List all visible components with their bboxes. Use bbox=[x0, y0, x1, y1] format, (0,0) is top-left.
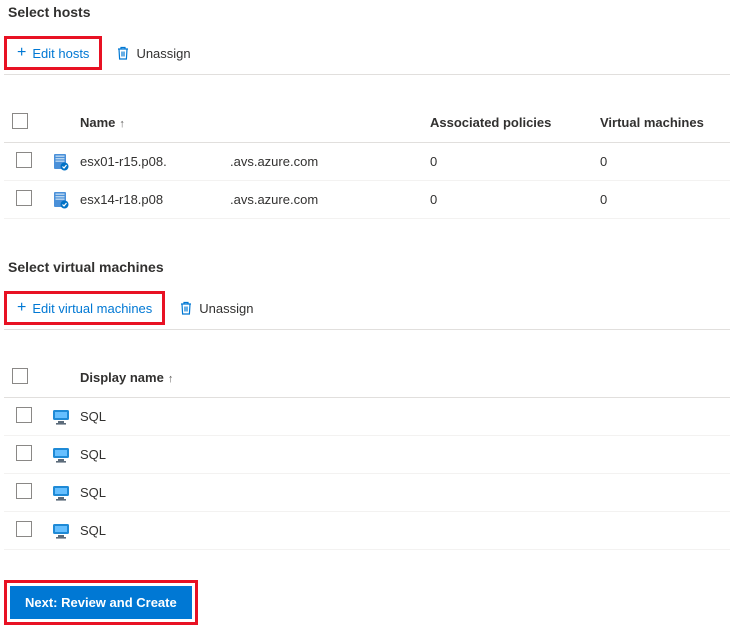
edit-hosts-button[interactable]: + Edit hosts bbox=[7, 39, 99, 67]
select-hosts-heading: Select hosts bbox=[4, 4, 730, 20]
monitor-icon bbox=[52, 446, 70, 464]
unassign-hosts-button[interactable]: Unassign bbox=[106, 39, 200, 67]
hosts-col-name[interactable]: Name↑ bbox=[72, 103, 222, 143]
unassign-vms-button[interactable]: Unassign bbox=[169, 294, 263, 322]
vm-display-name: SQL bbox=[72, 512, 730, 550]
vms-table: Display name↑ SQL bbox=[4, 358, 730, 550]
edit-vms-label: Edit virtual machines bbox=[32, 301, 152, 316]
host-vms: 0 bbox=[592, 143, 730, 181]
highlight-edit-vms: + Edit virtual machines bbox=[4, 291, 165, 325]
host-vms: 0 bbox=[592, 181, 730, 219]
row-checkbox[interactable] bbox=[16, 190, 32, 206]
row-checkbox[interactable] bbox=[16, 407, 32, 423]
highlight-edit-hosts: + Edit hosts bbox=[4, 36, 102, 70]
hosts-table: Name↑ Associated policies Virtual machin… bbox=[4, 103, 730, 219]
host-policies: 0 bbox=[422, 143, 592, 181]
table-row: SQL bbox=[4, 512, 730, 550]
table-row: SQL bbox=[4, 474, 730, 512]
edit-hosts-label: Edit hosts bbox=[32, 46, 89, 61]
hosts-col-policies[interactable]: Associated policies bbox=[422, 103, 592, 143]
table-row: esx01-r15.p08. .avs.azure.com 0 0 bbox=[4, 143, 730, 181]
footer-bar: Next: Review and Create bbox=[4, 580, 730, 625]
monitor-icon bbox=[52, 484, 70, 502]
server-icon bbox=[52, 191, 70, 209]
host-domain: .avs.azure.com bbox=[222, 181, 422, 219]
plus-icon: + bbox=[17, 300, 26, 316]
table-row: SQL bbox=[4, 436, 730, 474]
unassign-hosts-label: Unassign bbox=[136, 46, 190, 61]
vm-display-name: SQL bbox=[72, 436, 730, 474]
table-row: esx14-r18.p08 .avs.azure.com 0 0 bbox=[4, 181, 730, 219]
row-checkbox[interactable] bbox=[16, 152, 32, 168]
trash-icon bbox=[179, 300, 193, 316]
vm-display-name: SQL bbox=[72, 474, 730, 512]
trash-icon bbox=[116, 45, 130, 61]
host-policies: 0 bbox=[422, 181, 592, 219]
hosts-col-vms[interactable]: Virtual machines bbox=[592, 103, 730, 143]
select-vms-heading: Select virtual machines bbox=[4, 259, 730, 275]
host-name: esx14-r18.p08 bbox=[72, 181, 222, 219]
unassign-vms-label: Unassign bbox=[199, 301, 253, 316]
vms-col-display-name[interactable]: Display name↑ bbox=[72, 358, 730, 398]
vms-select-all-checkbox[interactable] bbox=[12, 368, 28, 384]
vms-toolbar: + Edit virtual machines Unassign bbox=[4, 291, 730, 330]
next-review-create-button[interactable]: Next: Review and Create bbox=[10, 586, 192, 619]
hosts-toolbar: + Edit hosts Unassign bbox=[4, 36, 730, 75]
host-name: esx01-r15.p08. bbox=[72, 143, 222, 181]
hosts-select-all-checkbox[interactable] bbox=[12, 113, 28, 129]
row-checkbox[interactable] bbox=[16, 445, 32, 461]
row-checkbox[interactable] bbox=[16, 483, 32, 499]
highlight-next-button: Next: Review and Create bbox=[4, 580, 198, 625]
row-checkbox[interactable] bbox=[16, 521, 32, 537]
edit-vms-button[interactable]: + Edit virtual machines bbox=[7, 294, 162, 322]
host-domain: .avs.azure.com bbox=[222, 143, 422, 181]
monitor-icon bbox=[52, 408, 70, 426]
plus-icon: + bbox=[17, 45, 26, 61]
table-row: SQL bbox=[4, 398, 730, 436]
server-icon bbox=[52, 153, 70, 171]
monitor-icon bbox=[52, 522, 70, 540]
vm-display-name: SQL bbox=[72, 398, 730, 436]
sort-up-icon: ↑ bbox=[168, 373, 174, 385]
sort-up-icon: ↑ bbox=[119, 118, 125, 130]
